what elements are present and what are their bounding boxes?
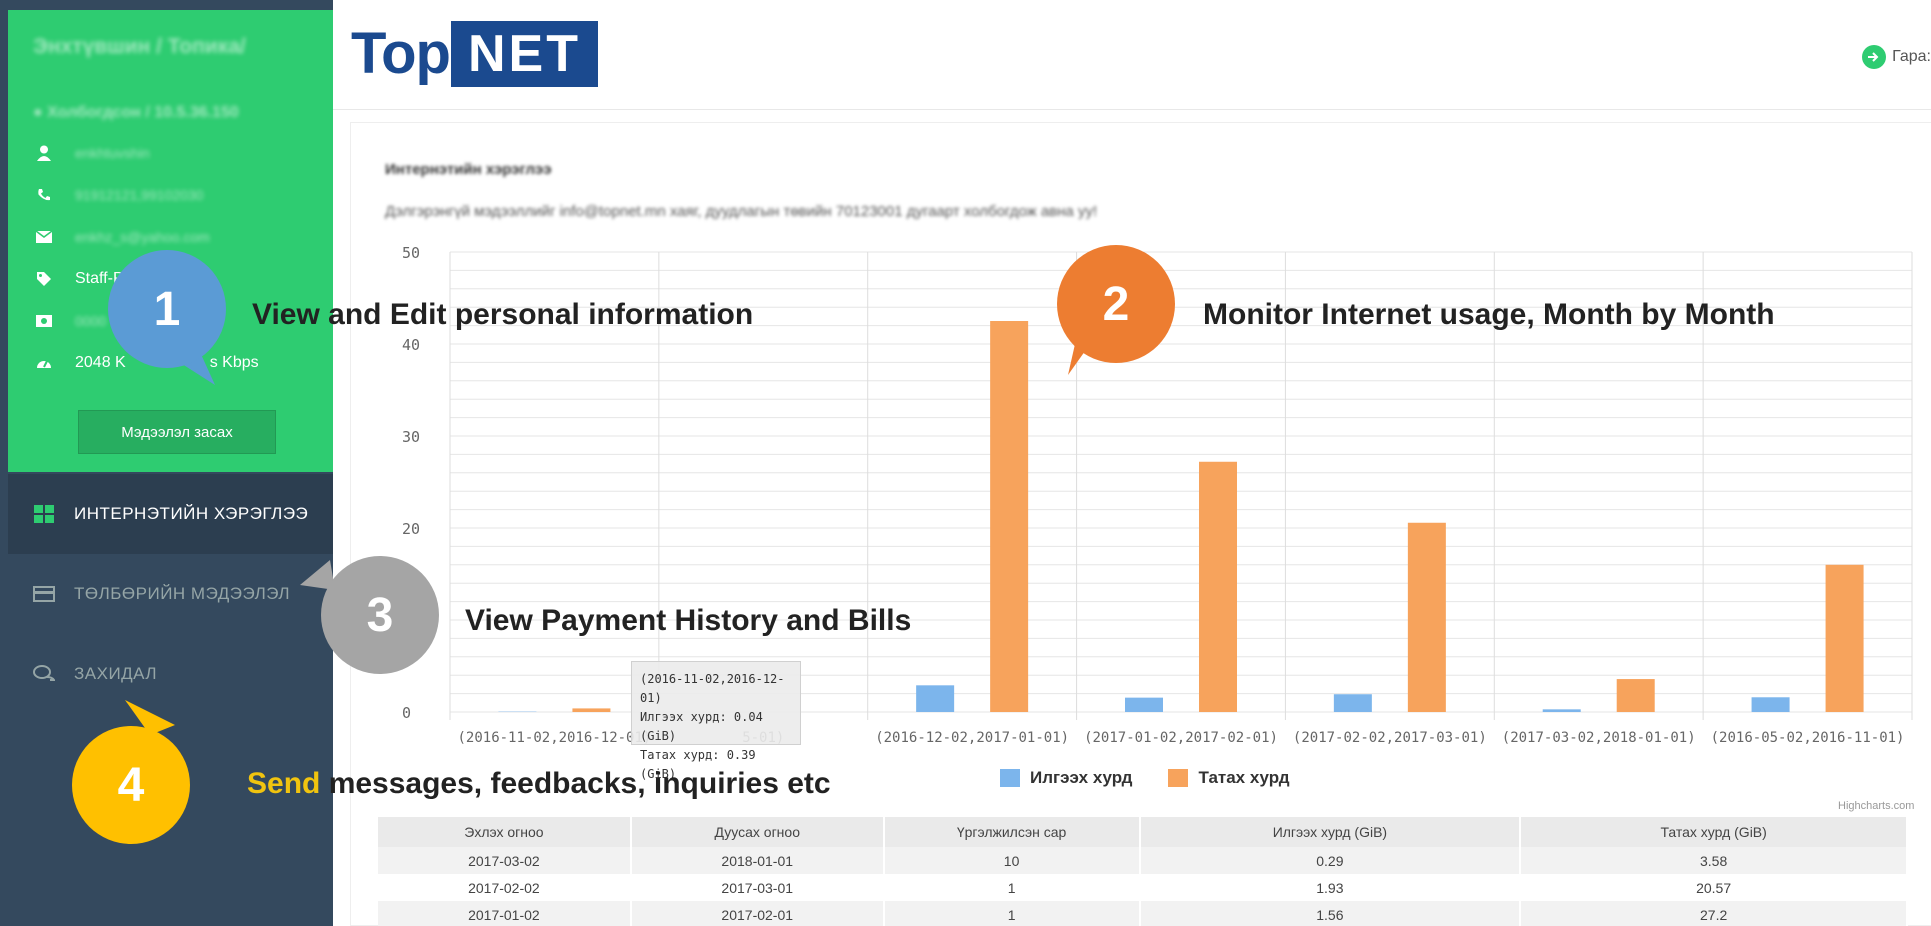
annotation-text-3: View Payment History and Bills <box>465 604 912 637</box>
annotation-text-4: Send messages, feedbacks, inquiries etc <box>247 767 831 801</box>
annotation-badge-3: 3 <box>321 556 439 674</box>
annotation-text-4-rest: messages, feedbacks, inquiries etc <box>320 767 831 800</box>
annotation-text-1: View and Edit personal information <box>252 298 754 331</box>
annotation-badge-1: 1 <box>108 250 226 368</box>
annotation-text-4-highlight: Send <box>247 767 321 800</box>
annotation-badge-2: 2 <box>1057 245 1175 363</box>
annotation-text-2: Monitor Internet usage, Month by Month <box>1203 298 1775 331</box>
annotation-badge-4: 4 <box>72 726 190 844</box>
